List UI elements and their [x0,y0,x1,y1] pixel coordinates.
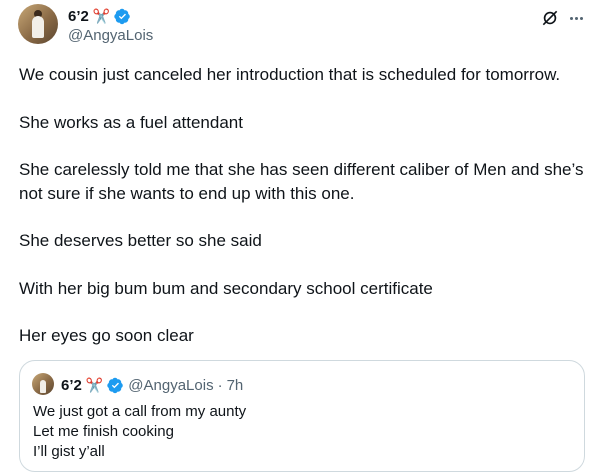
author-name-row: 6’2 ✂️ [68,6,131,26]
more-options-icon[interactable] [566,8,586,28]
more-dot [569,16,573,20]
avatar-figure-body [32,16,44,38]
quoted-line: Let me finish cooking [33,423,174,440]
tweet-paragraph: She carelessly told me that she has seen… [19,160,584,203]
more-dot [574,16,578,20]
quoted-author-avatar [32,373,54,395]
tweet-paragraph: Her eyes go soon clear [19,326,194,345]
scissors-emoji-icon: ✂️ [85,377,104,393]
avatar-figure-body [40,380,46,393]
quoted-timestamp: 7h [226,376,244,394]
grok-icon[interactable] [540,8,560,28]
quoted-display-name: 6’2 [61,376,82,394]
quoted-tweet[interactable]: 6’2 ✂️ @AngyaLois · 7h We just got a cal… [19,360,585,472]
tweet-card: 6’2 ✂️ @AngyaLois We cousin just cancele… [0,0,598,476]
quoted-line: I’ll gist y’all [33,443,105,460]
quoted-separator: · [217,376,223,394]
tweet-paragraph: She deserves better so she said [19,231,262,250]
quoted-header: 6’2 ✂️ @AngyaLois · 7h [61,375,243,395]
verified-badge-icon [114,8,131,24]
tweet-paragraph: With her big bum bum and secondary schoo… [19,278,433,298]
author-avatar[interactable] [18,4,58,44]
verified-badge-icon [107,377,124,393]
author-display-name[interactable]: 6’2 [68,8,89,25]
more-dot [579,16,583,20]
author-handle[interactable]: @AngyaLois [68,27,153,44]
tweet-paragraph: We cousin just canceled her introduction… [19,65,561,84]
tweet-paragraph: She works as a fuel attendant [19,112,243,132]
scissors-emoji-icon: ✂️ [92,8,111,24]
quoted-line: We just got a call from my aunty [33,403,247,420]
tweet-text: We cousin just canceled her introduction… [19,63,589,372]
quoted-handle: @AngyaLois [128,376,214,394]
quoted-text: We just got a call from my aunty Let me … [33,402,246,462]
